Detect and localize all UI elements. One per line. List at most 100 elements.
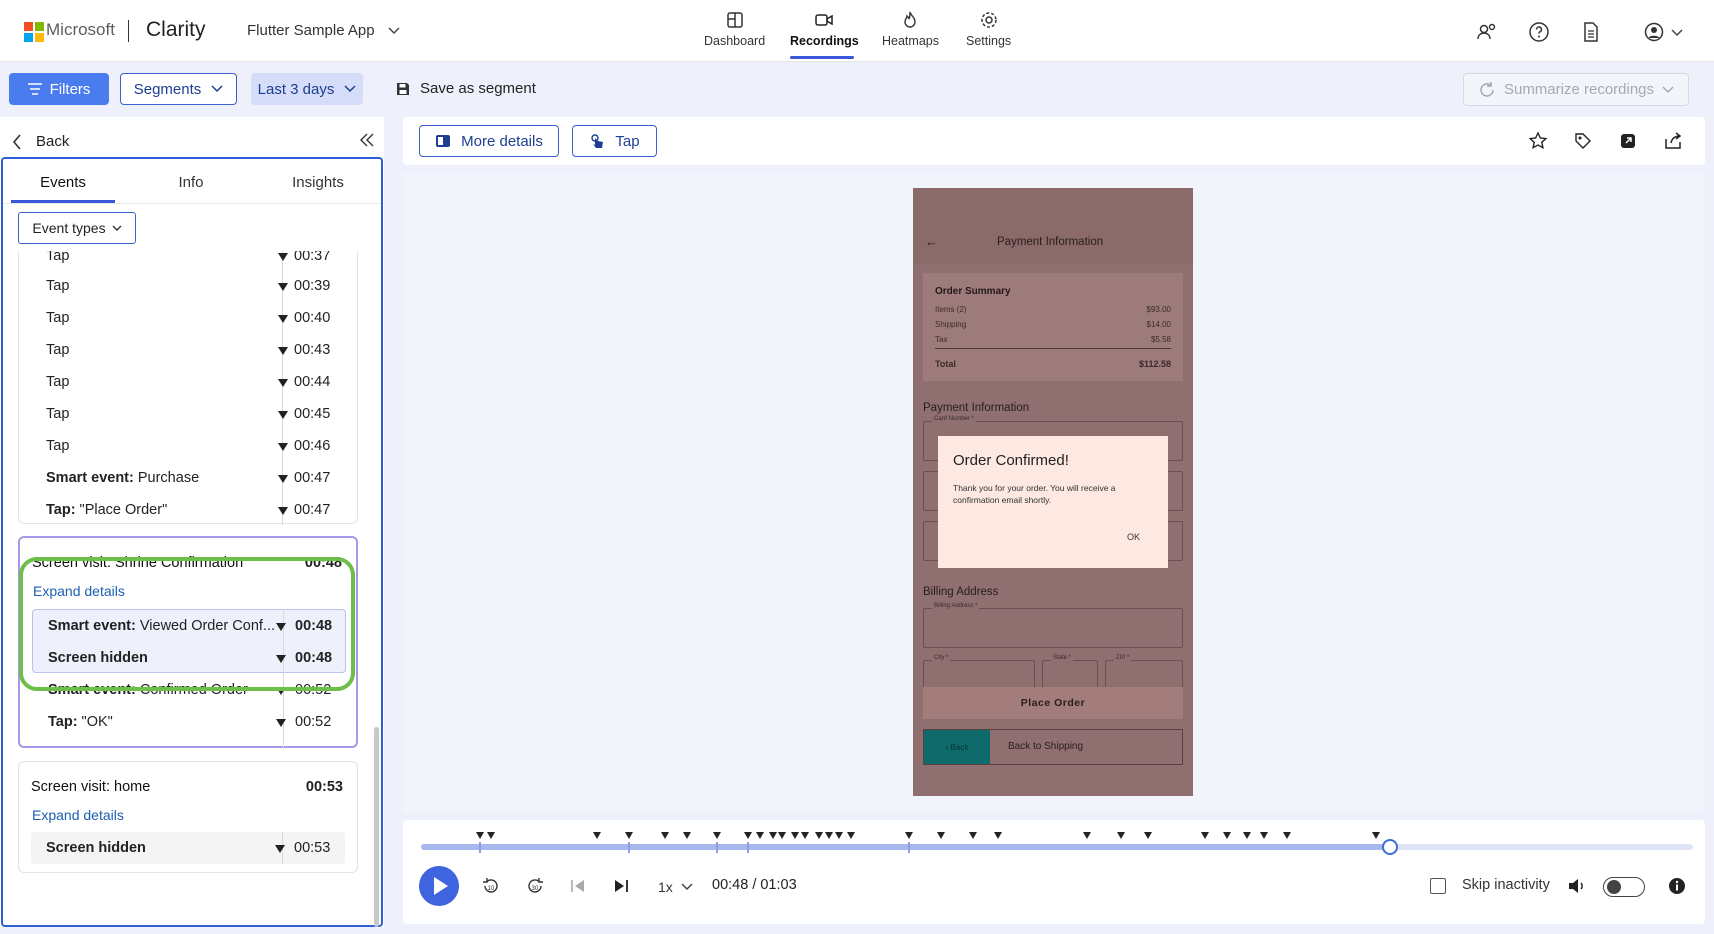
event-marker-icon [278,379,288,387]
event-row[interactable]: Tap 00:46 [19,430,359,462]
city-field[interactable]: City * [923,655,1035,690]
timeline-event-marker[interactable] [1144,832,1152,839]
timeline-event-marker[interactable] [1283,832,1291,839]
scrollbar[interactable] [374,727,379,927]
timeline-event-marker[interactable] [1083,832,1091,839]
nav-dashboard[interactable]: Dashboard [704,10,765,48]
tab-events[interactable]: Events [11,174,115,191]
tab-info[interactable]: Info [139,174,243,191]
timeline-event-marker[interactable] [625,832,633,839]
timeline-event-marker[interactable] [905,832,913,839]
project-selector[interactable]: Flutter Sample App [247,22,375,39]
event-row[interactable]: Tap 00:45 [19,398,359,430]
event-types-dropdown[interactable]: Event types [18,212,136,244]
event-row[interactable]: Smart event: Purchase 00:47 [19,462,359,494]
event-row[interactable]: Tap 00:37 [19,251,359,272]
summarize-recordings-button[interactable]: Summarize recordings [1463,73,1689,106]
tap-button[interactable]: Tap [572,125,657,157]
event-type: Tap: [48,714,78,730]
account-icon[interactable] [1643,21,1665,43]
timeline-event-marker[interactable] [661,832,669,839]
nav-recordings[interactable]: Recordings [790,10,859,48]
previous-icon[interactable] [569,876,587,896]
tab-insights[interactable]: Insights [266,174,370,191]
device-screen[interactable]: ← Payment Information Order Summary Item… [913,188,1193,796]
filters-button[interactable]: Filters [9,73,109,105]
play-button[interactable] [419,866,459,906]
timeline-event-marker[interactable] [593,832,601,839]
speed-selector[interactable]: 1x [658,877,693,897]
volume-icon[interactable] [1567,876,1587,896]
timeline-event-marker[interactable] [778,832,786,839]
summary-row: Shipping $14.00 [935,320,1171,329]
timeline-event-marker[interactable] [801,832,809,839]
timeline-event-marker[interactable] [476,832,484,839]
people-share-icon[interactable] [1476,21,1498,43]
place-order-button[interactable]: Place Order [923,687,1183,719]
document-icon[interactable] [1580,21,1602,43]
timeline-event-marker[interactable] [1372,832,1380,839]
timeline-event-marker[interactable] [791,832,799,839]
timeline-event-marker[interactable] [994,832,1002,839]
timeline-event-marker[interactable] [815,832,823,839]
billing-address-field[interactable]: Billing Address * [923,603,1183,648]
back-to-shipping-button[interactable]: Back to Shipping [1008,741,1083,752]
timeline-event-marker[interactable] [1223,832,1231,839]
collapse-panel-icon[interactable] [360,133,374,147]
timeline-event-marker[interactable] [1260,832,1268,839]
timeline-event-marker[interactable] [756,832,764,839]
event-row[interactable]: Tap 00:39 [19,270,359,302]
dialog-ok-button[interactable]: OK [1127,532,1140,542]
rewind-10-icon[interactable]: 10 [481,876,501,896]
back-button[interactable]: ‹ Back [924,730,990,764]
timeline-event-marker[interactable] [744,832,752,839]
event-row[interactable]: Tap: "OK" 00:52 [20,706,360,738]
timeline-event-marker[interactable] [825,832,833,839]
timeline-scrubber[interactable] [1382,839,1399,855]
event-row[interactable]: Screen hidden 00:53 [19,832,359,864]
timeline-event-marker[interactable] [847,832,855,839]
nav-heatmaps[interactable]: Heatmaps [882,10,939,48]
screen-visit-title: Screen visit: home [31,779,150,795]
event-row[interactable]: Tap: "Place Order" 00:47 [19,494,359,526]
skip-inactivity-checkbox[interactable] [1430,878,1446,894]
event-row[interactable]: Tap 00:44 [19,366,359,398]
timeline-event-marker[interactable] [969,832,977,839]
more-details-button[interactable]: More details [419,125,559,157]
event-row[interactable]: Tap 00:43 [19,334,359,366]
event-row[interactable]: Tap 00:40 [19,302,359,334]
autoplay-toggle[interactable] [1603,877,1645,897]
zip-field[interactable]: ZIP * [1105,655,1183,690]
state-field[interactable]: State * [1042,655,1098,690]
info-icon[interactable] [1667,876,1687,896]
help-icon[interactable] [1528,21,1550,43]
segments-button[interactable]: Segments [120,73,237,105]
share-icon[interactable] [1663,131,1683,151]
timeline-event-marker[interactable] [769,832,777,839]
arrow-left-icon: ← [925,234,938,249]
nav-settings[interactable]: Settings [966,10,1011,48]
expand-details-link[interactable]: Expand details [32,807,124,823]
open-external-icon[interactable] [1618,131,1638,151]
timeline-event-marker[interactable] [713,832,721,839]
timeline-event-marker[interactable] [937,832,945,839]
forward-30-icon[interactable]: 30 [525,876,545,896]
timeline-event-marker[interactable] [835,832,843,839]
event-label: Tap [46,342,70,358]
timeline-event-marker[interactable] [683,832,691,839]
timeline-event-marker[interactable] [1117,832,1125,839]
timeline-event-marker[interactable] [1243,832,1251,839]
filter-lines-icon [27,83,42,95]
timeline-event-marker[interactable] [1201,832,1209,839]
star-icon[interactable] [1528,131,1548,151]
back-button[interactable]: Back [12,133,69,150]
chevron-down-icon[interactable] [1670,21,1684,43]
tag-icon[interactable] [1573,131,1593,151]
product-name[interactable]: Clarity [146,18,206,42]
date-range-button[interactable]: Last 3 days [251,73,363,105]
save-as-segment-button[interactable]: Save as segment [396,80,536,97]
screen-visit-card[interactable]: Screen visit: home 00:53 Expand details … [18,761,358,873]
next-icon[interactable] [612,876,630,896]
timeline-event-marker[interactable] [487,832,495,839]
chevron-down-icon[interactable] [386,22,402,38]
